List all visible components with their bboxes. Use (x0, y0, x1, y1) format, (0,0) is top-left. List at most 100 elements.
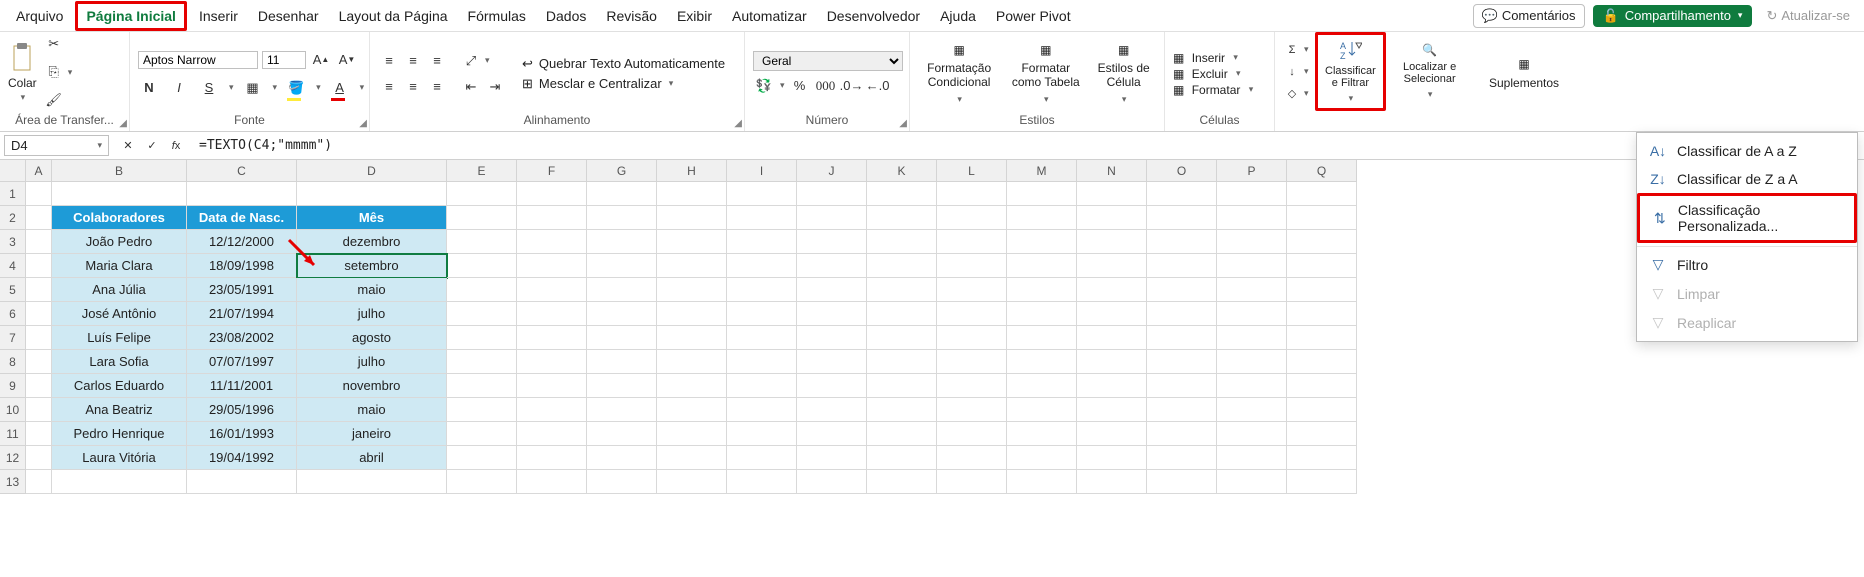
cell-A9[interactable] (26, 374, 52, 398)
cell-Q1[interactable] (1287, 182, 1357, 206)
cell-D13[interactable] (297, 470, 447, 494)
font-size-input[interactable] (262, 51, 306, 69)
cell-P11[interactable] (1217, 422, 1287, 446)
col-header-K[interactable]: K (867, 160, 937, 182)
cell-O8[interactable] (1147, 350, 1217, 374)
cell-E2[interactable] (447, 206, 517, 230)
orientation-icon[interactable]: ⤢ (460, 50, 482, 72)
cell-N4[interactable] (1077, 254, 1147, 278)
cell-J11[interactable] (797, 422, 867, 446)
col-header-F[interactable]: F (517, 160, 587, 182)
cell-P13[interactable] (1217, 470, 1287, 494)
menu-desenvolvedor[interactable]: Desenvolvedor (819, 4, 928, 28)
cell-B7[interactable]: Luís Felipe (52, 326, 187, 350)
addins-button[interactable]: ▦ Suplementos (1483, 55, 1565, 92)
col-header-J[interactable]: J (797, 160, 867, 182)
col-header-G[interactable]: G (587, 160, 657, 182)
cell-J12[interactable] (797, 446, 867, 470)
cell-G7[interactable] (587, 326, 657, 350)
cell-B4[interactable]: Maria Clara (52, 254, 187, 278)
cell-O12[interactable] (1147, 446, 1217, 470)
cell-K5[interactable] (867, 278, 937, 302)
cell-N12[interactable] (1077, 446, 1147, 470)
cell-E5[interactable] (447, 278, 517, 302)
fill-icon[interactable]: ↓ (1283, 63, 1301, 81)
cell-B2[interactable]: Colaboradores (52, 206, 187, 230)
col-header-H[interactable]: H (657, 160, 727, 182)
menu-power-pivot[interactable]: Power Pivot (988, 4, 1079, 28)
cell-N3[interactable] (1077, 230, 1147, 254)
dialog-launcher-icon[interactable]: ◢ (359, 118, 367, 129)
decrease-indent-icon[interactable]: ⇤ (460, 76, 482, 98)
cell-C1[interactable] (187, 182, 297, 206)
currency-icon[interactable]: 💱 (753, 75, 775, 97)
cell-E9[interactable] (447, 374, 517, 398)
cell-O3[interactable] (1147, 230, 1217, 254)
cell-M8[interactable] (1007, 350, 1077, 374)
cell-J1[interactable] (797, 182, 867, 206)
cell-H13[interactable] (657, 470, 727, 494)
cell-P6[interactable] (1217, 302, 1287, 326)
cell-D12[interactable]: abril (297, 446, 447, 470)
cell-N9[interactable] (1077, 374, 1147, 398)
cell-C8[interactable]: 07/07/1997 (187, 350, 297, 374)
cell-P9[interactable] (1217, 374, 1287, 398)
delete-cells-button[interactable]: ▦ Excluir ▾ (1173, 67, 1253, 81)
cell-M3[interactable] (1007, 230, 1077, 254)
cell-A4[interactable] (26, 254, 52, 278)
chevron-down-icon[interactable]: ▾ (485, 55, 490, 66)
cell-A2[interactable] (26, 206, 52, 230)
align-center-icon[interactable]: ≡ (402, 76, 424, 98)
cell-J2[interactable] (797, 206, 867, 230)
format-painter-icon[interactable]: 🖌 (43, 89, 65, 111)
paste-icon[interactable] (8, 42, 36, 74)
align-right-icon[interactable]: ≡ (426, 76, 448, 98)
decrease-font-icon[interactable]: A▼ (336, 49, 358, 71)
cell-Q4[interactable] (1287, 254, 1357, 278)
cell-styles-button[interactable]: ▦ Estilos de Célula▾ (1091, 41, 1156, 107)
cell-F13[interactable] (517, 470, 587, 494)
cell-E10[interactable] (447, 398, 517, 422)
col-header-A[interactable]: A (26, 160, 52, 182)
cell-O4[interactable] (1147, 254, 1217, 278)
cell-M5[interactable] (1007, 278, 1077, 302)
cell-I10[interactable] (727, 398, 797, 422)
number-format-select[interactable]: Geral (753, 51, 903, 71)
cell-O1[interactable] (1147, 182, 1217, 206)
cell-K9[interactable] (867, 374, 937, 398)
cell-H7[interactable] (657, 326, 727, 350)
cell-F11[interactable] (517, 422, 587, 446)
cell-Q7[interactable] (1287, 326, 1357, 350)
cell-O13[interactable] (1147, 470, 1217, 494)
sort-az-item[interactable]: A↓Classificar de A a Z (1637, 137, 1857, 165)
menu-fórmulas[interactable]: Fórmulas (460, 4, 534, 28)
name-box[interactable]: D4▾ (4, 135, 109, 156)
cell-J9[interactable] (797, 374, 867, 398)
menu-ajuda[interactable]: Ajuda (932, 4, 984, 28)
cell-O5[interactable] (1147, 278, 1217, 302)
cell-N10[interactable] (1077, 398, 1147, 422)
cell-D3[interactable]: dezembro (297, 230, 447, 254)
cell-E11[interactable] (447, 422, 517, 446)
cell-M2[interactable] (1007, 206, 1077, 230)
chevron-down-icon[interactable]: ▾ (1304, 44, 1309, 55)
cell-D4[interactable]: setembro (297, 254, 447, 278)
cell-E7[interactable] (447, 326, 517, 350)
cell-E13[interactable] (447, 470, 517, 494)
cell-G9[interactable] (587, 374, 657, 398)
menu-revisão[interactable]: Revisão (598, 4, 665, 28)
cell-I9[interactable] (727, 374, 797, 398)
cell-O6[interactable] (1147, 302, 1217, 326)
font-name-input[interactable] (138, 51, 258, 69)
merge-button[interactable]: ⊞ Mesclar e Centralizar ▾ (522, 76, 725, 92)
cell-H2[interactable] (657, 206, 727, 230)
menu-página-inicial[interactable]: Página Inicial (75, 1, 186, 31)
cell-B8[interactable]: Lara Sofia (52, 350, 187, 374)
cell-H11[interactable] (657, 422, 727, 446)
cell-P12[interactable] (1217, 446, 1287, 470)
fill-color-icon[interactable]: 🪣 (285, 77, 307, 99)
sort-za-item[interactable]: Z↓Classificar de Z a A (1637, 165, 1857, 193)
comma-icon[interactable]: 000 (815, 75, 837, 97)
cell-A11[interactable] (26, 422, 52, 446)
cell-P3[interactable] (1217, 230, 1287, 254)
